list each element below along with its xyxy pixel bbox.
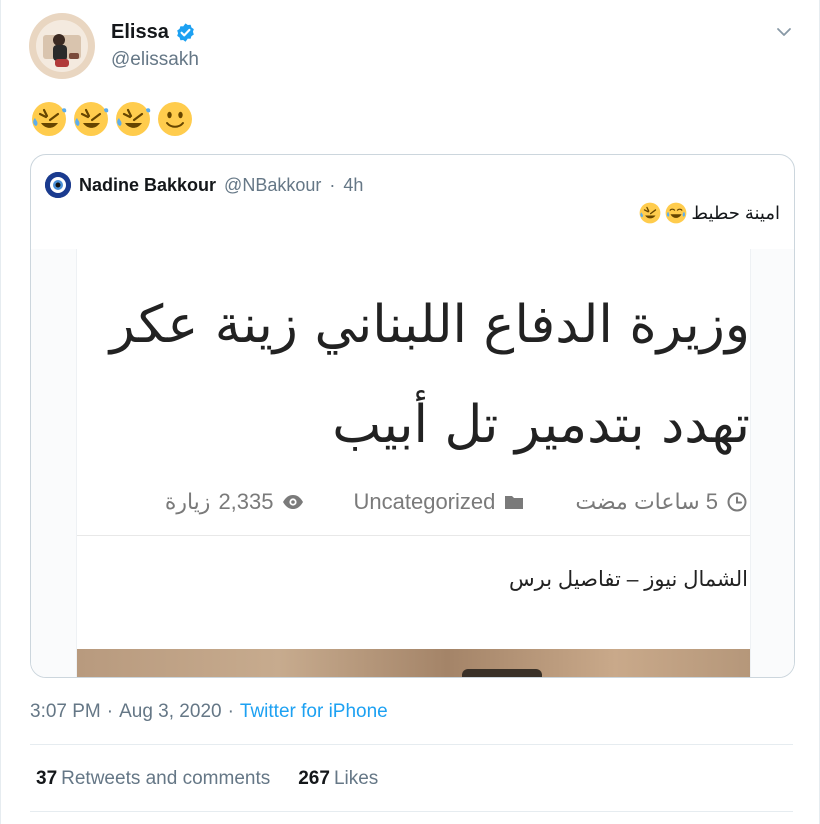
separator-dot: ·: [106, 701, 114, 722]
quoted-tweet-text: امينة حطيط: [639, 202, 780, 224]
article-views-label: زيارة: [164, 489, 211, 514]
article-screenshot: وزيرة الدفاع اللبناني زينة عكر تهدد بتدم…: [31, 249, 794, 677]
article-time: 5 ساعات مضت: [575, 489, 748, 515]
article-views: 2,335 زيارة: [165, 489, 304, 515]
article-time-text: 5 ساعات مضت: [575, 489, 718, 514]
separator-dot: ·: [227, 701, 234, 722]
tweet-card: Elissa @elissakh Nadine Bakkour @NBakkou…: [0, 0, 820, 824]
retweets-stat[interactable]: 37 Retweets and comments: [36, 768, 270, 790]
author-handle[interactable]: @elissakh: [111, 49, 199, 71]
tweet-timestamp: 3:07 PM · Aug 3, 2020 · Twitter for iPho…: [30, 701, 388, 723]
article-photo: [77, 649, 750, 677]
article-source: الشمال نيوز – تفاصيل برس: [509, 568, 748, 591]
article-views-count: 2,335: [218, 489, 274, 514]
quoted-tweet-text-body: امينة حطيط: [691, 202, 780, 223]
rofl-emoji-icon: [640, 202, 661, 224]
article-photo-detail: [462, 669, 542, 677]
article-meta: 5 ساعات مضت Uncategorized 2,335 زيارة: [77, 489, 750, 515]
quoted-tweet-age[interactable]: 4h: [343, 175, 363, 196]
author-name[interactable]: Elissa: [111, 21, 196, 44]
separator-dot: ·: [329, 174, 336, 195]
likes-count: 267: [298, 768, 330, 789]
divider: [30, 811, 793, 812]
eye-icon: [282, 495, 303, 509]
rofl-emoji-icon: [32, 102, 67, 136]
clock-icon: [727, 492, 747, 512]
verified-badge-icon: [177, 23, 194, 42]
article-divider: [77, 535, 750, 536]
avatar[interactable]: [29, 13, 95, 79]
quoted-tweet[interactable]: Nadine Bakkour @NBakkour · 4h امينة حطيط: [30, 154, 795, 678]
likes-label: Likes: [333, 768, 379, 789]
quoted-avatar[interactable]: [45, 172, 71, 198]
article-headline: وزيرة الدفاع اللبناني زينة عكر تهدد بتدم…: [109, 295, 750, 455]
article-body: وزيرة الدفاع اللبناني زينة عكر تهدد بتدم…: [76, 249, 751, 677]
article-category: Uncategorized: [354, 489, 526, 515]
likes-stat[interactable]: 267 Likes: [298, 768, 378, 790]
author-name-text: Elissa: [111, 21, 169, 43]
folder-icon: [505, 496, 524, 509]
rofl-emoji-icon: [116, 102, 151, 136]
joy-emoji-icon: [666, 202, 687, 224]
tweet-stats: 37 Retweets and comments 267 Likes: [36, 768, 378, 790]
divider: [30, 744, 793, 745]
tweet-text: [31, 101, 193, 137]
tweet-client-link[interactable]: Twitter for iPhone: [240, 701, 388, 723]
retweets-label: Retweets and comments: [61, 768, 271, 789]
quoted-author-name[interactable]: Nadine Bakkour: [79, 175, 216, 196]
tweet-time[interactable]: 3:07 PM: [30, 701, 101, 723]
quoted-author-handle[interactable]: @NBakkour: [224, 175, 321, 196]
rofl-emoji-icon: [74, 102, 109, 136]
slightly-smiling-emoji-icon: [158, 102, 192, 136]
chevron-down-icon[interactable]: [774, 22, 794, 42]
tweet-date[interactable]: Aug 3, 2020: [119, 701, 221, 723]
retweets-count: 37: [36, 768, 58, 789]
quoted-tweet-header: Nadine Bakkour @NBakkour · 4h: [45, 172, 363, 198]
article-category-text: Uncategorized: [353, 489, 496, 514]
